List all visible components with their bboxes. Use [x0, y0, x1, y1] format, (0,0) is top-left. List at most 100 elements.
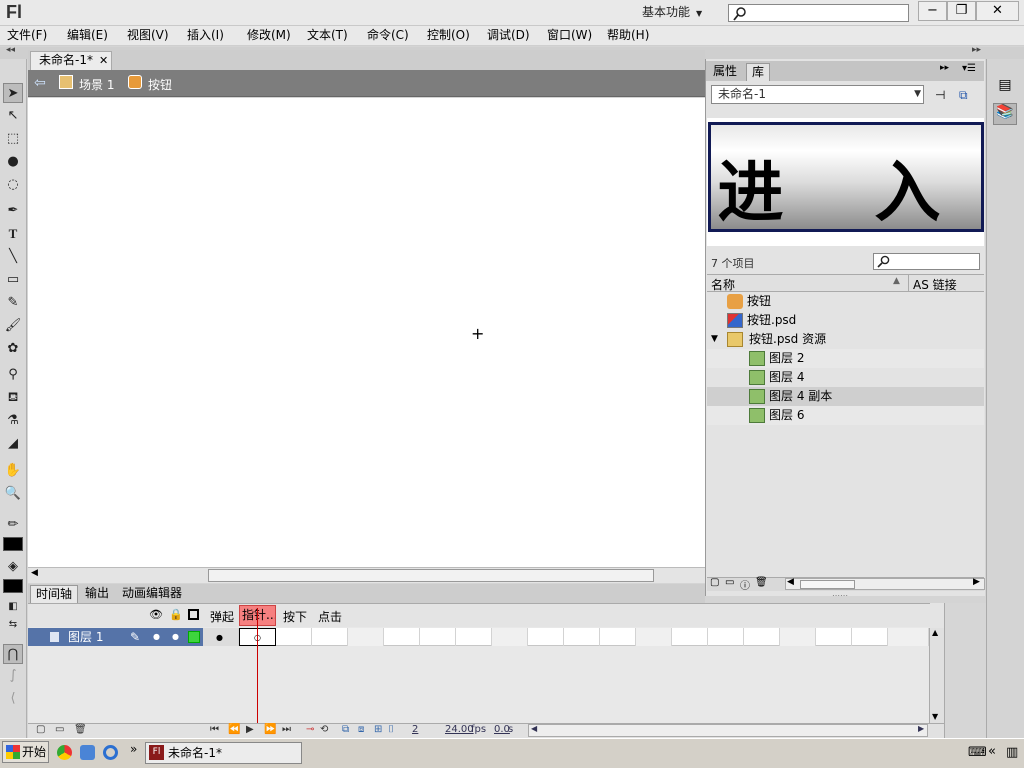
- library-item[interactable]: 图层 4: [707, 368, 984, 387]
- panel-menu-icon[interactable]: ▾☰: [962, 63, 976, 74]
- scroll-left-icon[interactable]: ◀: [787, 577, 794, 587]
- column-as-linkage[interactable]: AS 链接: [913, 276, 957, 293]
- chrome-icon[interactable]: [57, 745, 72, 760]
- workspace-switcher[interactable]: 基本功能 ▼: [632, 2, 718, 22]
- stroke-color-swatch[interactable]: [3, 537, 23, 551]
- onion-skin-icon[interactable]: ⧉: [342, 724, 349, 735]
- show-hide-eye-icon[interactable]: 👁: [149, 608, 163, 621]
- eyedropper-tool-icon[interactable]: ⚗: [3, 411, 23, 431]
- modify-markers-icon[interactable]: ⌷: [388, 724, 394, 735]
- black-white-icon[interactable]: ◧: [3, 597, 23, 617]
- tab-output[interactable]: 输出: [80, 585, 114, 603]
- library-search-input[interactable]: [873, 253, 980, 270]
- library-item[interactable]: 按钮: [707, 292, 984, 311]
- play-icon[interactable]: ▶: [246, 724, 254, 735]
- breadcrumb-symbol[interactable]: 按钮: [148, 76, 172, 93]
- document-tab[interactable]: 未命名-1* ✕: [30, 51, 112, 70]
- loop-icon[interactable]: ⟲: [320, 724, 328, 735]
- menu-insert[interactable]: 插入(I): [187, 27, 224, 44]
- delete-icon[interactable]: 🗑: [755, 577, 768, 588]
- new-folder-icon[interactable]: ▭: [725, 577, 734, 588]
- playhead[interactable]: [257, 608, 258, 723]
- timeline-vertical-scrollbar[interactable]: ▲ ▼: [929, 628, 944, 723]
- more-apps-icon[interactable]: »: [130, 742, 137, 756]
- menu-window[interactable]: 窗口(W): [547, 27, 592, 44]
- bone-tool-icon[interactable]: ⚲: [3, 365, 23, 385]
- stroke-color-icon[interactable]: ✏: [3, 515, 23, 535]
- frame-cell[interactable]: [888, 628, 929, 646]
- frame-cell[interactable]: [420, 628, 456, 646]
- step-back-icon[interactable]: ⏪: [228, 724, 240, 735]
- app-icon[interactable]: [103, 745, 118, 760]
- lock-dot-icon[interactable]: ●: [172, 628, 179, 646]
- library-item[interactable]: 图层 2: [707, 349, 984, 368]
- restore-button[interactable]: ❐: [947, 1, 976, 21]
- properties-icon[interactable]: ⓘ: [740, 577, 750, 592]
- outline-icon[interactable]: [188, 609, 199, 620]
- stage[interactable]: +: [28, 98, 705, 567]
- layer-row[interactable]: 图层 1 ✎ ● ●: [28, 628, 203, 646]
- scroll-thumb[interactable]: [208, 569, 654, 582]
- free-transform-tool-icon[interactable]: ⬚: [3, 129, 23, 149]
- fill-color-icon[interactable]: ◈: [3, 557, 23, 577]
- library-item[interactable]: 按钮.psd: [707, 311, 984, 330]
- frame-cell[interactable]: [456, 628, 492, 646]
- frame-cell[interactable]: [600, 628, 636, 646]
- current-frame[interactable]: 2: [412, 724, 418, 735]
- library-item-selected[interactable]: 图层 4 副本: [707, 387, 984, 406]
- tab-library[interactable]: 库: [746, 63, 771, 81]
- tab-timeline[interactable]: 时间轴: [30, 585, 79, 603]
- tab-properties[interactable]: 属性: [708, 63, 742, 81]
- frame-cell[interactable]: [528, 628, 564, 646]
- network-icon[interactable]: ▥: [1006, 745, 1018, 760]
- column-name[interactable]: 名称: [711, 276, 735, 293]
- library-folder[interactable]: ▼ 按钮.psd 资源: [707, 330, 984, 349]
- lock-icon[interactable]: 🔒: [169, 608, 183, 621]
- smooth-icon[interactable]: ∫: [3, 666, 23, 686]
- snap-to-objects-icon[interactable]: ⋂: [3, 644, 23, 664]
- minimize-button[interactable]: −: [918, 1, 947, 21]
- menu-help[interactable]: 帮助(H): [607, 27, 649, 44]
- frame-cell[interactable]: [492, 628, 528, 646]
- frame-cell[interactable]: [636, 628, 672, 646]
- library-panel-icon[interactable]: 📚: [993, 103, 1017, 125]
- menu-text[interactable]: 文本(T): [307, 27, 348, 44]
- menu-view[interactable]: 视图(V): [127, 27, 169, 44]
- scroll-left-icon[interactable]: ◀: [31, 568, 38, 578]
- menu-control[interactable]: 控制(O): [427, 27, 470, 44]
- frame-cell[interactable]: [816, 628, 852, 646]
- keyframe-up[interactable]: ●: [203, 628, 239, 646]
- collapse-right-icon[interactable]: ▸▸: [972, 45, 981, 55]
- breadcrumb-scene[interactable]: 场景 1: [79, 76, 114, 93]
- paint-bucket-tool-icon[interactable]: ⛾: [3, 388, 23, 408]
- go-to-last-frame-icon[interactable]: ⏭: [282, 724, 291, 735]
- keyboard-icon[interactable]: ⌨: [968, 745, 987, 760]
- collapse-left-icon[interactable]: ◂◂: [6, 45, 15, 55]
- resize-grip[interactable]: ⋯⋯: [832, 591, 848, 600]
- new-layer-icon[interactable]: ▢: [36, 724, 45, 735]
- frame-hit[interactable]: [312, 628, 348, 646]
- go-to-first-frame-icon[interactable]: ⏮: [210, 724, 219, 735]
- step-forward-icon[interactable]: ⏩: [264, 724, 276, 735]
- start-button[interactable]: 开始: [2, 741, 49, 763]
- frame-cell[interactable]: [384, 628, 420, 646]
- new-symbol-icon[interactable]: ▢: [710, 577, 719, 588]
- scroll-right-icon[interactable]: ▶: [918, 724, 924, 733]
- stage-horizontal-scrollbar[interactable]: ◀: [28, 567, 705, 583]
- scroll-down-icon[interactable]: ▼: [932, 712, 938, 721]
- new-library-panel-icon[interactable]: ⧉: [959, 88, 968, 103]
- scroll-right-icon[interactable]: ▶: [973, 577, 980, 587]
- outline-color-swatch[interactable]: [188, 631, 200, 643]
- taskbar-item-flash[interactable]: Fl 未命名-1*: [145, 742, 302, 764]
- delete-layer-icon[interactable]: 🗑: [74, 724, 87, 735]
- lasso-tool-icon[interactable]: ◌: [3, 175, 23, 195]
- library-document-select[interactable]: 未命名-1 ▼: [711, 85, 924, 104]
- tab-motion-editor[interactable]: 动画编辑器: [117, 585, 187, 603]
- browser-icon[interactable]: [80, 745, 95, 760]
- menu-file[interactable]: 文件(F): [7, 27, 47, 44]
- center-frame-icon[interactable]: ⊸: [306, 724, 314, 735]
- swap-colors-icon[interactable]: ⇆: [3, 615, 23, 635]
- selection-tool-icon[interactable]: ➤: [3, 83, 23, 103]
- straighten-icon[interactable]: ⟨: [3, 689, 23, 709]
- text-tool-icon[interactable]: T: [3, 224, 23, 244]
